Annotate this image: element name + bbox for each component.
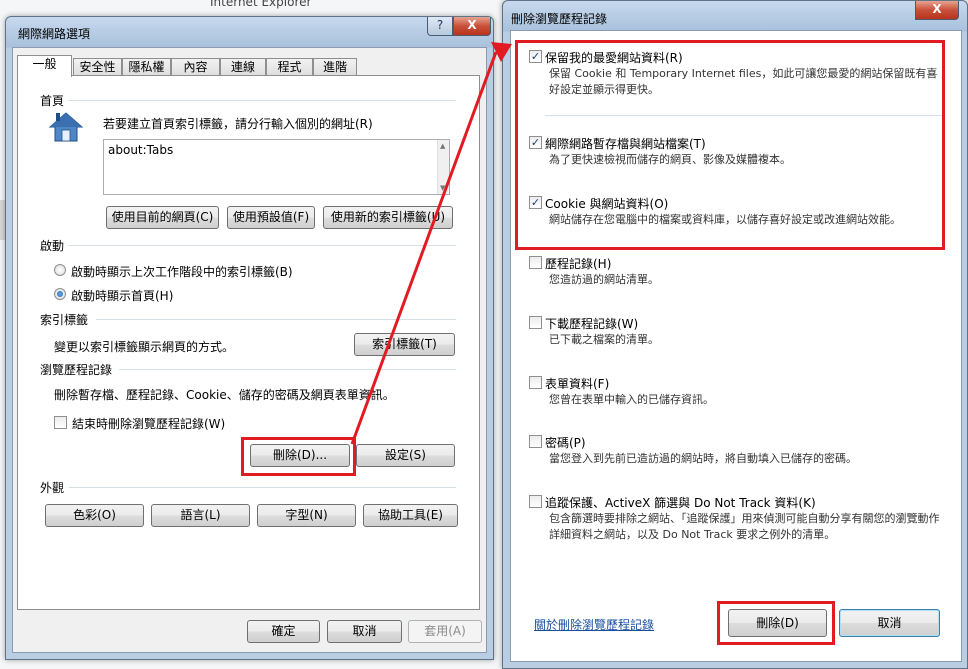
option-form-data-title: 表單資料(F) — [545, 377, 610, 391]
option-history-checkbox[interactable] — [529, 256, 542, 269]
option-cookies-title: Cookie 與網站資料(O) — [545, 197, 669, 211]
option-tracking-protection-title: 追蹤保護、ActiveX 篩選與 Do Not Track 資料(K) — [545, 496, 816, 510]
option-preserve-favorites-checkbox[interactable]: ✓ — [529, 50, 542, 63]
option-tracking-protection-checkbox[interactable] — [529, 495, 542, 508]
startup-radio-last-session[interactable] — [54, 264, 66, 276]
tab-strip: 一般 安全性 隱私權 內容 連線 程式 進階 — [17, 55, 480, 77]
option-temp-files-checkbox[interactable]: ✓ — [529, 136, 542, 149]
startup-label: 啟動 — [40, 239, 65, 253]
scroll-down-icon[interactable]: ▼ — [440, 184, 445, 192]
option-form-data-desc: 您曾在表單中輸入的已儲存資訊。 — [549, 393, 714, 406]
appearance-divider — [69, 487, 456, 488]
home-page-value: about:Tabs — [108, 143, 174, 157]
option-preserve-favorites-title: 保留我的最愛網站資料(R) — [545, 51, 683, 65]
languages-button[interactable]: 語言(L) — [151, 504, 250, 527]
home-page-label: 首頁 — [40, 94, 65, 108]
option-tracking-protection-desc: 包含篩選時要排除之網站、「追蹤保護」用來偵測可能自動分享有關您的瀏覽動作詳細資料… — [549, 512, 940, 541]
ok-button[interactable]: 確定 — [247, 620, 320, 643]
option-passwords-checkbox[interactable] — [529, 435, 542, 448]
option-downloads-title: 下載歷程記錄(W) — [545, 317, 639, 331]
accessibility-button[interactable]: 協助工具(E) — [363, 504, 458, 527]
startup-radio-home-page[interactable] — [54, 288, 66, 300]
delete-history-title: 刪除瀏覽歷程記錄 — [511, 12, 608, 26]
internet-options-title: 網際網路選項 — [18, 27, 91, 41]
home-page-divider — [69, 100, 456, 101]
help-button[interactable]: ? — [427, 17, 453, 36]
option-passwords-title: 密碼(P) — [545, 436, 586, 450]
startup-option-home-page: 啟動時顯示首頁(H) — [71, 289, 174, 303]
option-temp-files-title: 網際網路暫存檔與網站檔案(T) — [545, 137, 706, 151]
use-default-button[interactable]: 使用預設值(F) — [227, 206, 315, 229]
close-button[interactable]: X — [453, 17, 491, 36]
history-divider — [119, 369, 456, 370]
home-page-instruction: 若要建立首頁索引標籤，請分行輸入個別的網址(R) — [103, 117, 373, 131]
home-page-textarea[interactable]: about:Tabs ▲ ▼ — [103, 139, 450, 195]
about-delete-history-link[interactable]: 關於刪除瀏覽歷程記錄 — [534, 616, 654, 633]
cancel-button[interactable]: 取消 — [327, 620, 402, 643]
tabs-section-label: 索引標籤 — [40, 313, 89, 327]
background-window-title: Internet Explorer — [210, 0, 312, 9]
appearance-label: 外觀 — [40, 481, 65, 495]
use-new-tab-button[interactable]: 使用新的索引標籤(U) — [323, 206, 453, 229]
cancel-delete-button[interactable]: 取消 — [839, 609, 940, 637]
textarea-scrollbar[interactable]: ▲ ▼ — [437, 140, 449, 194]
confirm-delete-button[interactable]: 刪除(D) — [728, 609, 827, 637]
tab-general[interactable]: 一般 — [17, 55, 72, 77]
option-divider — [545, 115, 943, 116]
startup-divider — [69, 245, 456, 246]
apply-button[interactable]: 套用(A) — [408, 620, 482, 643]
tabs-section-divider — [96, 319, 456, 320]
option-downloads-desc: 已下載之檔案的清單。 — [549, 333, 659, 346]
scroll-up-icon[interactable]: ▲ — [440, 142, 445, 150]
history-description: 刪除暫存檔、歷程記錄、Cookie、儲存的密碼及網頁表單資訊。 — [54, 388, 395, 402]
option-downloads-checkbox[interactable] — [529, 316, 542, 329]
option-temp-files-desc: 為了更快速檢視而儲存的網頁、影像及媒體複本。 — [549, 153, 791, 166]
tabs-section-description: 變更以索引標籤顯示網頁的方式。 — [54, 340, 235, 354]
option-cookies-checkbox[interactable]: ✓ — [529, 196, 542, 209]
delete-history-button[interactable]: 刪除(D)... — [250, 444, 350, 467]
colors-button[interactable]: 色彩(O) — [45, 504, 144, 527]
delete-history-close-button[interactable]: X — [915, 1, 959, 20]
delete-on-exit-label: 結束時刪除瀏覽歷程記錄(W) — [72, 417, 226, 431]
startup-option-last-session: 啟動時顯示上次工作階段中的索引標籤(B) — [71, 265, 293, 279]
option-passwords-desc: 當您登入到先前已造訪過的網站時，將自動填入已儲存的密碼。 — [549, 452, 857, 465]
option-preserve-favorites-desc: 保留 Cookie 和 Temporary Internet files，如此可… — [549, 67, 938, 96]
option-cookies-desc: 網站儲存在您電腦中的檔案或資料庫，以儲存喜好設定或改進網站效能。 — [549, 213, 901, 226]
option-history-desc: 您造訪過的網站清單。 — [549, 273, 659, 286]
home-icon — [48, 111, 84, 143]
option-form-data-checkbox[interactable] — [529, 376, 542, 389]
history-settings-button[interactable]: 設定(S) — [356, 444, 455, 467]
tabs-settings-button[interactable]: 索引標籤(T) — [354, 333, 455, 356]
use-current-button[interactable]: 使用目前的網頁(C) — [106, 206, 219, 229]
option-history-title: 歷程記錄(H) — [545, 257, 612, 271]
history-label: 瀏覽歷程記錄 — [40, 363, 113, 377]
fonts-button[interactable]: 字型(N) — [257, 504, 356, 527]
delete-on-exit-checkbox[interactable] — [54, 416, 67, 429]
